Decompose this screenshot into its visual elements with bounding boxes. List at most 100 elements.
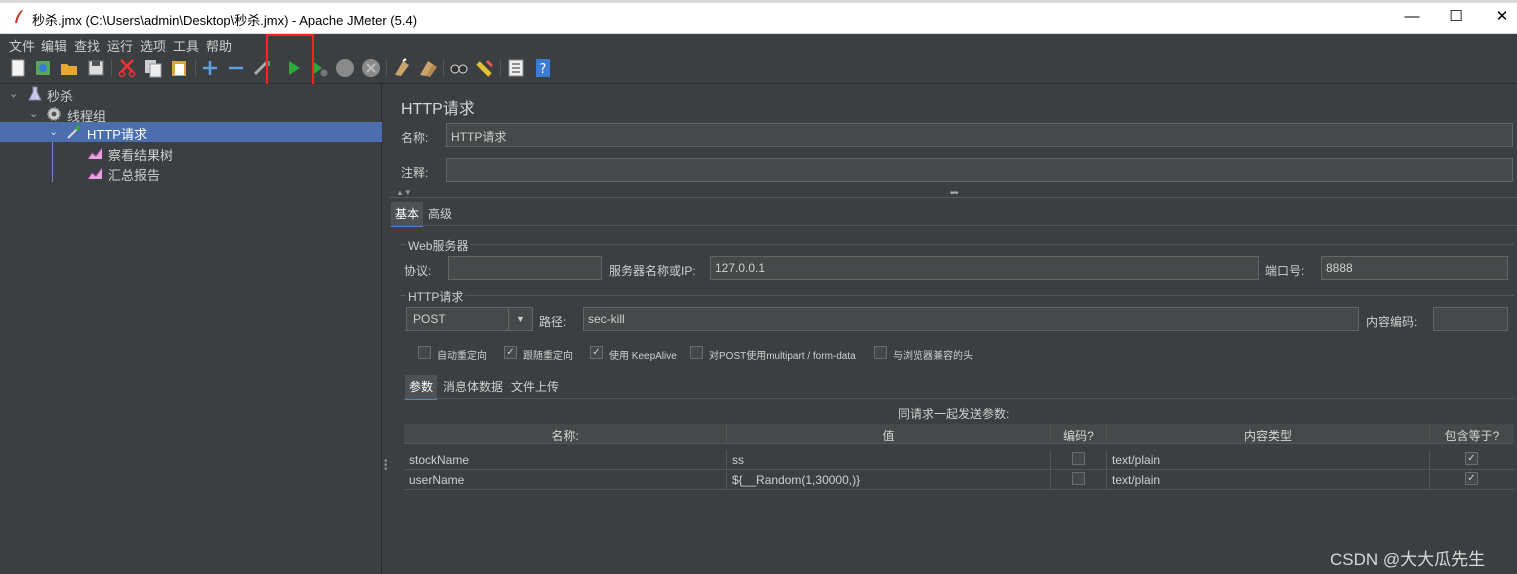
- split-pane-divider[interactable]: [382, 84, 390, 574]
- clear-icon[interactable]: [392, 58, 412, 78]
- encode-checkbox[interactable]: [1072, 452, 1085, 465]
- http-request-panel: HTTP请求 名称: HTTP请求 注释: ▲▼ ••• 基本 高级 Web服务…: [390, 84, 1517, 574]
- reset-search-icon[interactable]: [475, 58, 495, 78]
- column-value[interactable]: 值: [727, 424, 1051, 444]
- server-field[interactable]: 127.0.0.1: [710, 256, 1259, 280]
- chart-icon: [87, 167, 103, 180]
- function-helper-icon[interactable]: [506, 58, 526, 78]
- save-icon[interactable]: [86, 58, 106, 78]
- menu-help[interactable]: 帮助: [206, 36, 232, 55]
- protocol-field[interactable]: [448, 256, 602, 280]
- port-field[interactable]: 8888: [1321, 256, 1508, 280]
- clear-all-icon[interactable]: [418, 58, 438, 78]
- path-field[interactable]: sec-kill: [583, 307, 1359, 331]
- include-equals-checkbox[interactable]: ✓: [1465, 452, 1478, 465]
- param-name[interactable]: stockName: [404, 450, 727, 470]
- table-row[interactable]: stockName ss text/plain ✓: [404, 450, 1514, 470]
- multipart-checkbox[interactable]: [690, 346, 703, 359]
- column-content-type[interactable]: 内容类型: [1107, 424, 1430, 444]
- tab-parameters[interactable]: 参数: [405, 375, 438, 400]
- menu-edit[interactable]: 编辑: [41, 36, 67, 55]
- drag-handle-icon[interactable]: •••: [384, 457, 388, 475]
- search-icon[interactable]: [449, 58, 469, 78]
- menu-options[interactable]: 选项: [140, 36, 166, 55]
- maximize-button[interactable]: ☐: [1436, 6, 1476, 28]
- port-label: 端口号:: [1265, 264, 1305, 278]
- tab-advanced[interactable]: 高级: [424, 202, 456, 225]
- minimize-button[interactable]: —: [1392, 6, 1432, 28]
- protocol-label: 协议:: [404, 264, 432, 278]
- open-icon[interactable]: [59, 58, 79, 78]
- auto-redirect-label: 自动重定向: [437, 351, 487, 362]
- menu-search[interactable]: 查找: [74, 36, 100, 55]
- param-include-equals[interactable]: ✓: [1430, 470, 1514, 490]
- jmeter-feather-icon: [15, 10, 23, 23]
- param-encode[interactable]: [1051, 450, 1107, 470]
- table-row[interactable]: userName ${__Random(1,30000,)} text/plai…: [404, 470, 1514, 490]
- http-request-group: [400, 295, 1514, 296]
- menu-tools[interactable]: 工具: [173, 36, 199, 55]
- tree-node-http-request[interactable]: ⌄ HTTP请求: [0, 122, 382, 142]
- param-content-type[interactable]: text/plain: [1107, 470, 1430, 490]
- chevron-down-icon[interactable]: ⌄: [29, 107, 38, 120]
- path-label: 路径:: [539, 315, 567, 329]
- tree-node-thread-group[interactable]: ⌄ 线程组: [0, 104, 382, 124]
- background-window-strip: [0, 0, 1517, 3]
- templates-icon[interactable]: [33, 58, 53, 78]
- chart-icon: [87, 147, 103, 160]
- param-encode[interactable]: [1051, 470, 1107, 490]
- pipette-icon: [67, 125, 81, 139]
- name-field[interactable]: HTTP请求: [446, 123, 1513, 147]
- method-value: POST: [413, 312, 446, 326]
- keepalive-label: 使用 KeepAlive: [609, 351, 677, 362]
- param-value[interactable]: ${__Random(1,30000,)}: [727, 470, 1051, 490]
- menu-run[interactable]: 运行: [107, 36, 133, 55]
- param-value[interactable]: ss: [727, 450, 1051, 470]
- chevron-down-icon[interactable]: ⌄: [49, 125, 58, 138]
- shutdown-icon[interactable]: [361, 58, 381, 78]
- tab-file-upload[interactable]: 文件上传: [507, 375, 563, 398]
- window-title: 秒杀.jmx (C:\Users\admin\Desktop\秒杀.jmx) -…: [32, 13, 418, 28]
- server-label: 服务器名称或IP:: [609, 264, 696, 278]
- encoding-field[interactable]: [1433, 307, 1508, 331]
- chevron-down-icon[interactable]: ▼: [508, 308, 532, 330]
- collapse-icon[interactable]: [226, 58, 246, 78]
- collapse-arrows-icon[interactable]: ▲▼: [396, 188, 412, 197]
- auto-redirect-checkbox[interactable]: [418, 346, 431, 359]
- tree-node-test-plan[interactable]: 秒杀: [0, 84, 382, 104]
- browser-headers-checkbox[interactable]: [874, 346, 887, 359]
- cut-icon[interactable]: [117, 58, 137, 78]
- browser-headers-label: 与浏览器兼容的头: [893, 351, 973, 362]
- keepalive-checkbox[interactable]: ✓: [590, 346, 603, 359]
- comment-field[interactable]: [446, 158, 1513, 182]
- copy-icon[interactable]: [143, 58, 163, 78]
- tab-body-data[interactable]: 消息体数据: [439, 375, 507, 398]
- expand-icon[interactable]: [200, 58, 220, 78]
- http-request-group-title: HTTP请求: [406, 288, 466, 305]
- title-bar: 秒杀.jmx (C:\Users\admin\Desktop\秒杀.jmx) -…: [0, 0, 1517, 34]
- paste-icon[interactable]: [169, 58, 189, 78]
- method-select[interactable]: POST ▼: [406, 307, 533, 331]
- encoding-label: 内容编码:: [1366, 315, 1418, 329]
- tab-basic[interactable]: 基本: [391, 202, 424, 227]
- tree-node-summary-report[interactable]: 汇总报告: [0, 163, 382, 183]
- params-caption: 同请求一起发送参数:: [898, 407, 1010, 421]
- follow-redirect-checkbox[interactable]: ✓: [504, 346, 517, 359]
- column-name[interactable]: 名称:: [404, 424, 727, 444]
- flask-icon: [28, 86, 42, 101]
- param-include-equals[interactable]: ✓: [1430, 450, 1514, 470]
- param-content-type[interactable]: text/plain: [1107, 450, 1430, 470]
- test-plan-tree: ⌄ 秒杀 ⌄ 线程组 ⌄ HTTP请求 察看结果树 汇总报告: [0, 84, 382, 574]
- help-icon[interactable]: ?: [533, 58, 553, 78]
- new-icon[interactable]: [8, 58, 28, 78]
- column-encode[interactable]: 编码?: [1051, 424, 1107, 444]
- tree-node-results-tree[interactable]: 察看结果树: [0, 143, 382, 163]
- menu-file[interactable]: 文件: [9, 36, 35, 55]
- table-header: 名称: 值 编码? 内容类型 包含等于?: [404, 424, 1514, 444]
- close-button[interactable]: ✕: [1482, 6, 1517, 28]
- param-name[interactable]: userName: [404, 470, 727, 490]
- column-include-equals[interactable]: 包含等于?: [1430, 424, 1514, 444]
- include-equals-checkbox[interactable]: ✓: [1465, 472, 1478, 485]
- stop-icon[interactable]: [335, 58, 355, 78]
- encode-checkbox[interactable]: [1072, 472, 1085, 485]
